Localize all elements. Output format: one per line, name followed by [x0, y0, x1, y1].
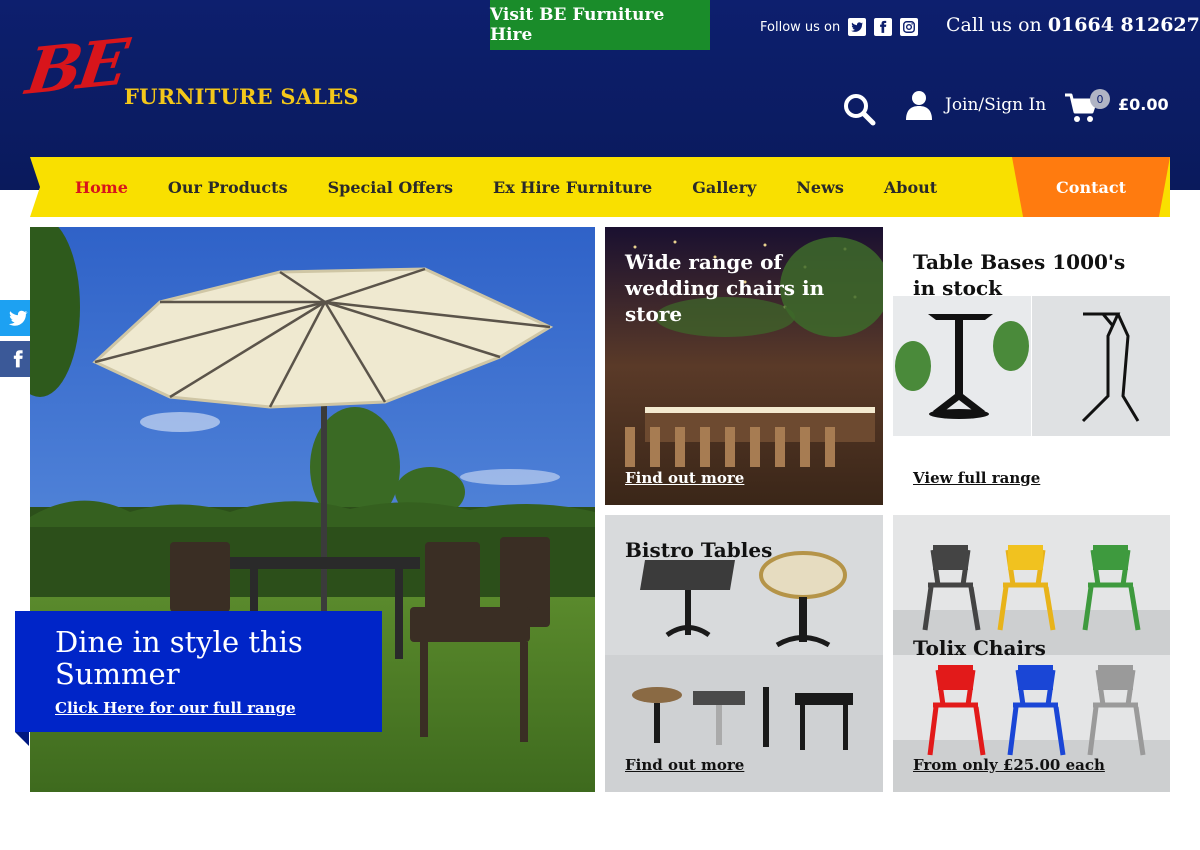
- tile-bistro-title: Bistro Tables: [625, 538, 773, 562]
- contact-button[interactable]: Contact: [1012, 157, 1170, 217]
- nav-item-ex-hire-furniture[interactable]: Ex Hire Furniture: [473, 178, 672, 197]
- hero-promo-card: Dine in style this Summer Click Here for…: [15, 611, 382, 746]
- tile-tolix-link[interactable]: From only £25.00 each: [913, 756, 1105, 774]
- site-logo[interactable]: BE FURNITURE SALES: [22, 25, 359, 116]
- nav-item-about[interactable]: About: [864, 178, 957, 197]
- search-icon[interactable]: [842, 92, 876, 126]
- tile-wedding-chairs[interactable]: Wide range of wedding chairs in store Fi…: [605, 227, 883, 505]
- phone-number[interactable]: 01664 812627: [1048, 14, 1200, 36]
- cart-count-badge: 0: [1090, 89, 1110, 109]
- tile-wedding-title: Wide range of wedding chairs in store: [625, 250, 825, 326]
- tile-bases-link[interactable]: View full range: [913, 469, 1040, 487]
- phone-callout: Call us on 01664 812627: [946, 14, 1200, 36]
- nav-item-news[interactable]: News: [776, 178, 864, 197]
- call-prefix: Call us on: [946, 14, 1042, 36]
- nav-item-special-offers[interactable]: Special Offers: [308, 178, 473, 197]
- tile-wedding-link[interactable]: Find out more: [625, 469, 744, 487]
- tile-tolix-title: Tolix Chairs: [913, 636, 1046, 660]
- tile-bistro-tables[interactable]: Bistro Tables Find out more: [605, 515, 883, 792]
- tile-tolix-chairs[interactable]: Tolix Chairs From only £25.00 each: [893, 515, 1170, 792]
- twitter-icon[interactable]: [848, 18, 867, 36]
- follow-us: Follow us on: [760, 16, 919, 38]
- tile-bistro-link[interactable]: Find out more: [625, 756, 744, 774]
- nav-item-home[interactable]: Home: [75, 178, 148, 197]
- hero-title: Dine in style this Summer: [55, 625, 303, 691]
- follow-label: Follow us on: [760, 19, 841, 35]
- nav-item-our-products[interactable]: Our Products: [148, 178, 308, 197]
- logo-subtitle: FURNITURE SALES: [124, 84, 359, 109]
- account-link[interactable]: Join/Sign In: [905, 90, 1046, 120]
- logo-be: BE: [21, 25, 130, 110]
- nav-item-gallery[interactable]: Gallery: [672, 178, 776, 197]
- user-icon: [906, 91, 932, 120]
- facebook-icon[interactable]: [874, 18, 893, 36]
- account-label: Join/Sign In: [945, 95, 1047, 115]
- cart-total[interactable]: £0.00: [1118, 95, 1169, 114]
- main-nav: Home Our Products Special Offers Ex Hire…: [30, 157, 1170, 217]
- tile-bases-title: Table Bases 1000's in stock: [913, 250, 1126, 300]
- instagram-icon[interactable]: [900, 18, 919, 36]
- visit-hire-button[interactable]: Visit BE Furniture Hire: [490, 0, 710, 50]
- hero-full-range-link[interactable]: Click Here for our full range: [55, 699, 342, 717]
- tile-table-bases[interactable]: Table Bases 1000's in stock View full ra…: [893, 227, 1170, 505]
